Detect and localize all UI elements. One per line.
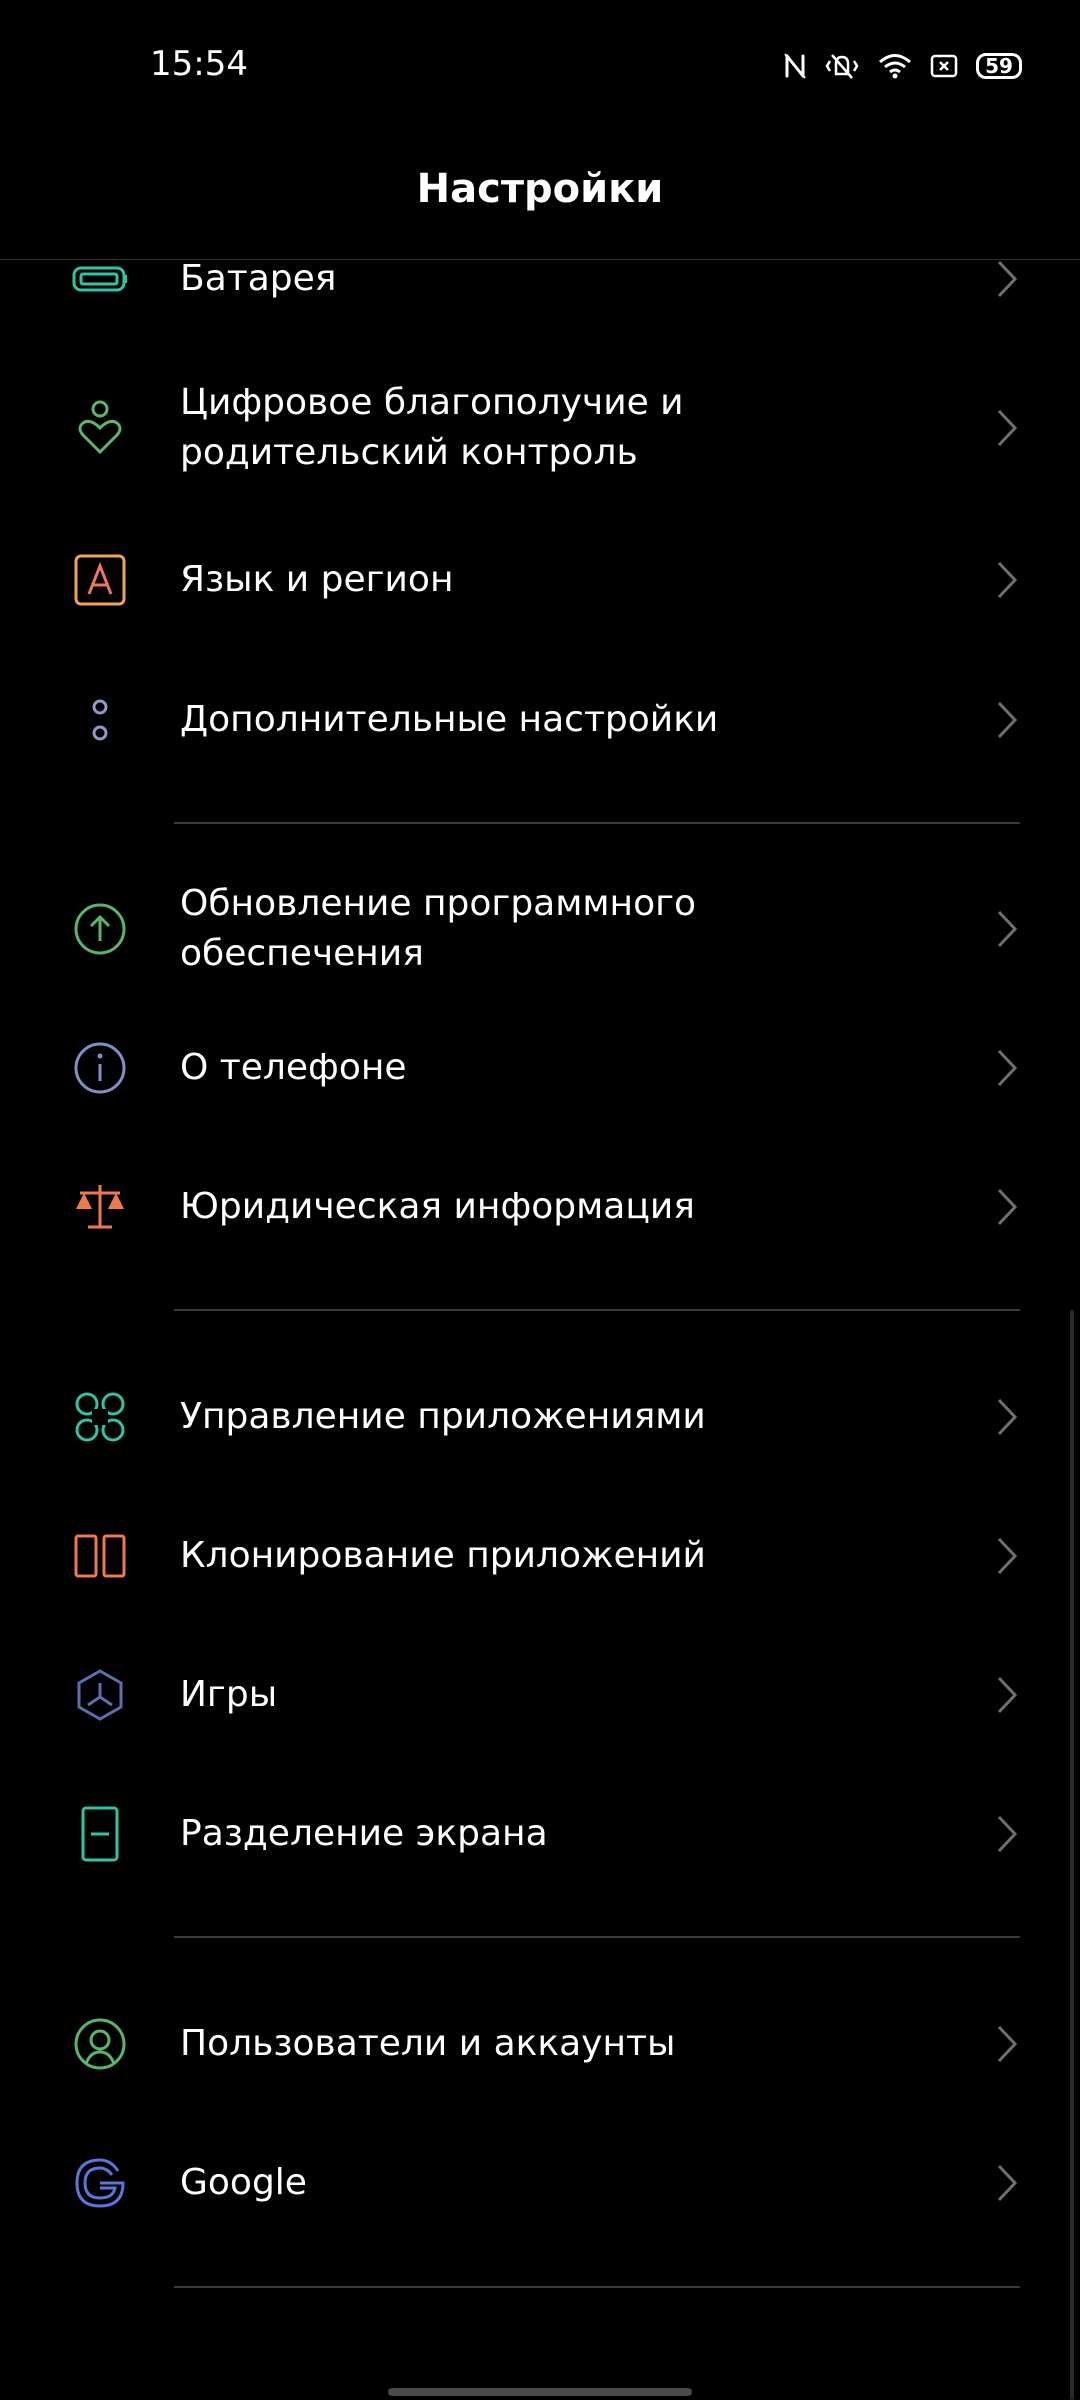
settings-item-label: Цифровое благополучие и родительский кон… — [180, 382, 684, 473]
software-update-icon — [72, 901, 128, 957]
chevron-right-icon — [996, 2024, 1018, 2064]
vibrate-silent-icon — [824, 52, 860, 80]
divider — [174, 822, 1020, 824]
divider — [174, 1309, 1020, 1311]
screenshot-icon — [930, 54, 958, 78]
chevron-right-icon — [996, 1187, 1018, 1227]
chevron-right-icon — [996, 1814, 1018, 1854]
info-icon — [72, 1040, 128, 1096]
status-icons: 59 — [784, 52, 1022, 80]
chevron-right-icon — [996, 560, 1018, 600]
chevron-right-icon — [996, 909, 1018, 949]
battery-icon — [72, 260, 128, 307]
chevron-right-icon — [996, 408, 1018, 448]
scales-icon — [72, 1179, 128, 1235]
header: Настройки — [0, 136, 1080, 260]
users-icon — [72, 2016, 128, 2072]
settings-item-label: Дополнительные настройки — [180, 699, 719, 740]
divider — [174, 1936, 1020, 1938]
nfc-icon — [784, 53, 806, 79]
settings-item-label: Юридическая информация — [180, 1186, 695, 1227]
settings-item-label: Разделение экрана — [180, 1813, 548, 1854]
language-icon — [72, 552, 128, 608]
google-icon — [72, 2155, 128, 2211]
settings-item-label: Пользователи и аккаунты — [180, 2023, 676, 2064]
chevron-right-icon — [996, 1536, 1018, 1576]
divider — [174, 2286, 1020, 2288]
games-icon — [72, 1667, 128, 1723]
settings-item-label: Google — [180, 2162, 307, 2203]
wellbeing-icon — [72, 400, 128, 456]
app-clone-icon — [72, 1528, 128, 1584]
gesture-nav-handle[interactable] — [388, 2388, 692, 2396]
settings-item-label: Язык и регион — [180, 559, 454, 600]
page-title: Настройки — [416, 166, 664, 212]
chevron-right-icon — [996, 1048, 1018, 1088]
wifi-icon — [878, 53, 912, 79]
status-time: 15:54 — [150, 44, 248, 84]
chevron-right-icon — [996, 1675, 1018, 1715]
settings-item-label: О телефоне — [180, 1047, 407, 1088]
chevron-right-icon — [996, 1397, 1018, 1437]
chevron-right-icon — [996, 2163, 1018, 2203]
settings-item-label: Обновление программного обеспечения — [180, 883, 697, 974]
status-bar: 15:54 59 — [0, 0, 1080, 136]
split-screen-icon — [72, 1806, 128, 1862]
battery-icon: 59 — [976, 53, 1022, 79]
settings-item-label: Игры — [180, 1674, 278, 1715]
settings-item-label: Клонирование приложений — [180, 1535, 706, 1576]
scrollbar[interactable] — [1070, 1310, 1074, 2400]
settings-list[interactable]: Батарея Цифровое благополучие и родитель… — [0, 260, 1080, 2400]
settings-item-label: Батарея — [180, 260, 337, 299]
settings-item-label: Управление приложениями — [180, 1396, 706, 1437]
chevron-right-icon — [996, 260, 1018, 299]
app-management-icon — [72, 1389, 128, 1445]
more-settings-icon — [72, 692, 128, 748]
chevron-right-icon — [996, 700, 1018, 740]
